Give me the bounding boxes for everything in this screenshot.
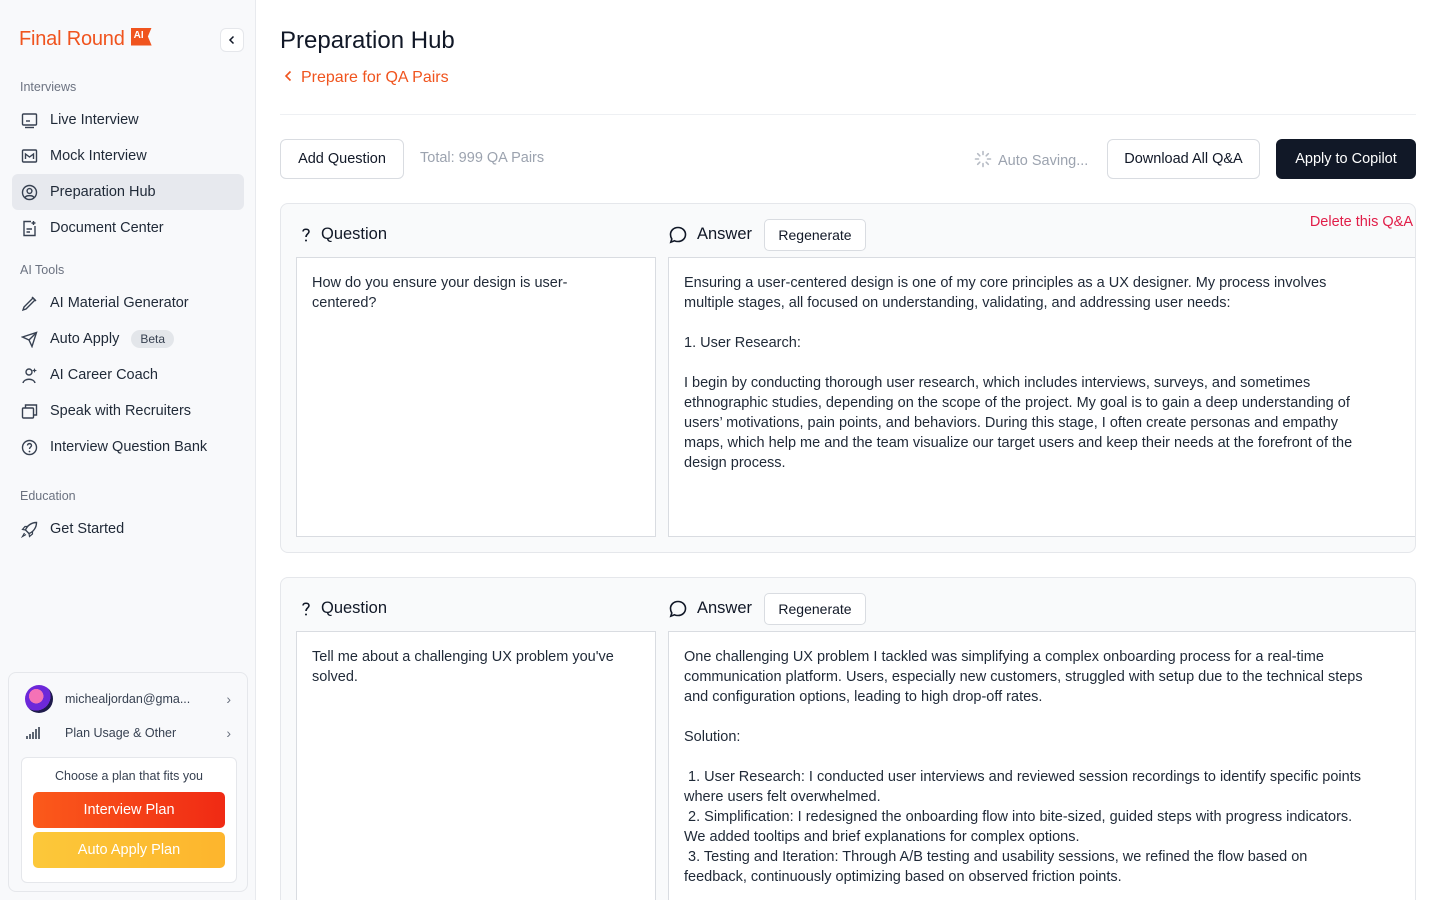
back-link[interactable]: Prepare for QA Pairs <box>284 69 449 87</box>
sidebar-item-label: Live Interview <box>50 112 139 128</box>
section-label-interviews: Interviews <box>20 80 77 94</box>
auto-apply-plan-button[interactable]: Auto Apply Plan <box>33 832 225 868</box>
sidebar-item-ai-material-generator[interactable]: AI Material Generator <box>12 285 244 321</box>
brand-badge: AI <box>130 27 152 46</box>
question-textarea[interactable]: Tell me about a challenging UX problem y… <box>296 631 656 900</box>
sidebar-item-label: Mock Interview <box>50 148 147 164</box>
delete-qa-button[interactable]: Delete this Q&A <box>1310 214 1413 230</box>
main-content: Preparation Hub Prepare for QA Pairs Add… <box>256 0 1440 900</box>
answer-header: Answer <box>669 225 752 244</box>
sidebar-item-interview-question-bank[interactable]: Interview Question Bank <box>12 429 244 465</box>
divider <box>280 114 1416 115</box>
section-label-education: Education <box>20 489 76 503</box>
sidebar-item-label: Interview Question Bank <box>50 439 208 455</box>
chat-bubble-icon <box>669 600 687 618</box>
brand-logo[interactable]: Final Round AI <box>19 27 152 51</box>
user-circle-icon <box>20 183 38 201</box>
sidebar-item-ai-career-coach[interactable]: AI Career Coach <box>12 357 244 393</box>
sidebar-item-get-started[interactable]: Get Started <box>12 511 244 547</box>
question-label: Question <box>321 225 388 243</box>
sidebar-item-speak-with-recruiters[interactable]: Speak with Recruiters <box>12 393 244 429</box>
chevron-left-icon <box>284 69 293 87</box>
send-icon <box>20 330 38 348</box>
bar-chart-icon <box>25 726 53 740</box>
account-panel: michealjordan@gma... › Plan Usage & Othe… <box>8 672 248 892</box>
sidebar-item-label: Speak with Recruiters <box>50 403 192 419</box>
sidebar-item-label: Auto Apply <box>50 331 120 347</box>
question-circle-icon <box>20 438 38 456</box>
chevron-right-icon: › <box>226 725 231 741</box>
auto-saving-label: Auto Saving... <box>998 153 1089 169</box>
sidebar-item-label: AI Career Coach <box>50 367 158 383</box>
answer-label: Answer <box>697 225 753 243</box>
sidebar-item-auto-apply[interactable]: Auto Apply Beta <box>12 321 244 357</box>
apply-to-copilot-button[interactable]: Apply to Copilot <box>1276 139 1416 179</box>
plan-usage-row[interactable]: Plan Usage & Other › <box>25 725 231 741</box>
mock-board-icon <box>20 147 38 165</box>
sidebar-item-label: Preparation Hub <box>50 184 156 200</box>
download-all-button[interactable]: Download All Q&A <box>1107 139 1260 179</box>
recruiter-icon <box>20 402 38 420</box>
qa-card: Question Answer Regenerate Delete this Q… <box>280 203 1416 553</box>
plan-chooser: Choose a plan that fits you Interview Pl… <box>21 757 237 883</box>
sidebar-item-label: AI Material Generator <box>50 295 189 311</box>
chat-bubble-icon <box>669 226 687 244</box>
page-title: Preparation Hub <box>280 27 455 54</box>
question-header: Question <box>301 599 387 618</box>
answer-label: Answer <box>697 599 753 617</box>
back-link-label: Prepare for QA Pairs <box>301 69 449 86</box>
avatar <box>25 685 53 713</box>
chevron-right-icon: › <box>226 691 231 707</box>
answer-textarea[interactable]: One challenging UX problem I tackled was… <box>668 631 1415 900</box>
sidebar-item-label: Get Started <box>50 521 125 537</box>
account-row[interactable]: michealjordan@gma... › <box>25 685 231 713</box>
plan-usage-label: Plan Usage & Other <box>65 726 177 740</box>
document-icon <box>20 219 38 237</box>
regenerate-button[interactable]: Regenerate <box>764 593 866 625</box>
answer-header: Answer <box>669 599 752 618</box>
plan-prompt: Choose a plan that fits you <box>54 769 203 783</box>
sidebar-item-mock-interview[interactable]: Mock Interview <box>12 138 244 174</box>
qa-card: Question Answer Regenerate Tell me about… <box>280 577 1416 900</box>
question-mark-icon <box>301 601 311 617</box>
question-label: Question <box>321 599 388 617</box>
chevron-left-icon <box>228 35 235 45</box>
sidebar-item-live-interview[interactable]: Live Interview <box>12 102 244 138</box>
sidebar-item-preparation-hub[interactable]: Preparation Hub <box>12 174 244 210</box>
pen-tool-icon <box>20 294 38 312</box>
spinner-icon <box>974 150 992 172</box>
sidebar: Final Round AI Interviews Live Interview… <box>0 0 256 900</box>
rocket-icon <box>20 520 38 538</box>
account-email: michealjordan@gma... <box>65 692 191 706</box>
answer-textarea[interactable]: Ensuring a user-centered design is one o… <box>668 257 1415 537</box>
beta-badge: Beta <box>131 330 175 348</box>
question-header: Question <box>301 225 387 244</box>
auto-saving-status: Auto Saving... <box>974 150 1088 172</box>
coach-icon <box>20 366 38 384</box>
regenerate-button[interactable]: Regenerate <box>764 219 866 251</box>
total-count: Total: 999 QA Pairs <box>420 150 545 166</box>
question-mark-icon <box>301 227 311 243</box>
collapse-sidebar-button[interactable] <box>220 28 244 52</box>
brand-name: Final Round <box>19 28 125 50</box>
sidebar-item-label: Document Center <box>50 220 164 236</box>
monitor-icon <box>20 111 38 129</box>
section-label-ai-tools: AI Tools <box>20 263 65 277</box>
sidebar-item-document-center[interactable]: Document Center <box>12 210 244 246</box>
add-question-button[interactable]: Add Question <box>280 139 404 179</box>
question-textarea[interactable]: How do you ensure your design is user- c… <box>296 257 656 537</box>
interview-plan-button[interactable]: Interview Plan <box>33 792 225 828</box>
